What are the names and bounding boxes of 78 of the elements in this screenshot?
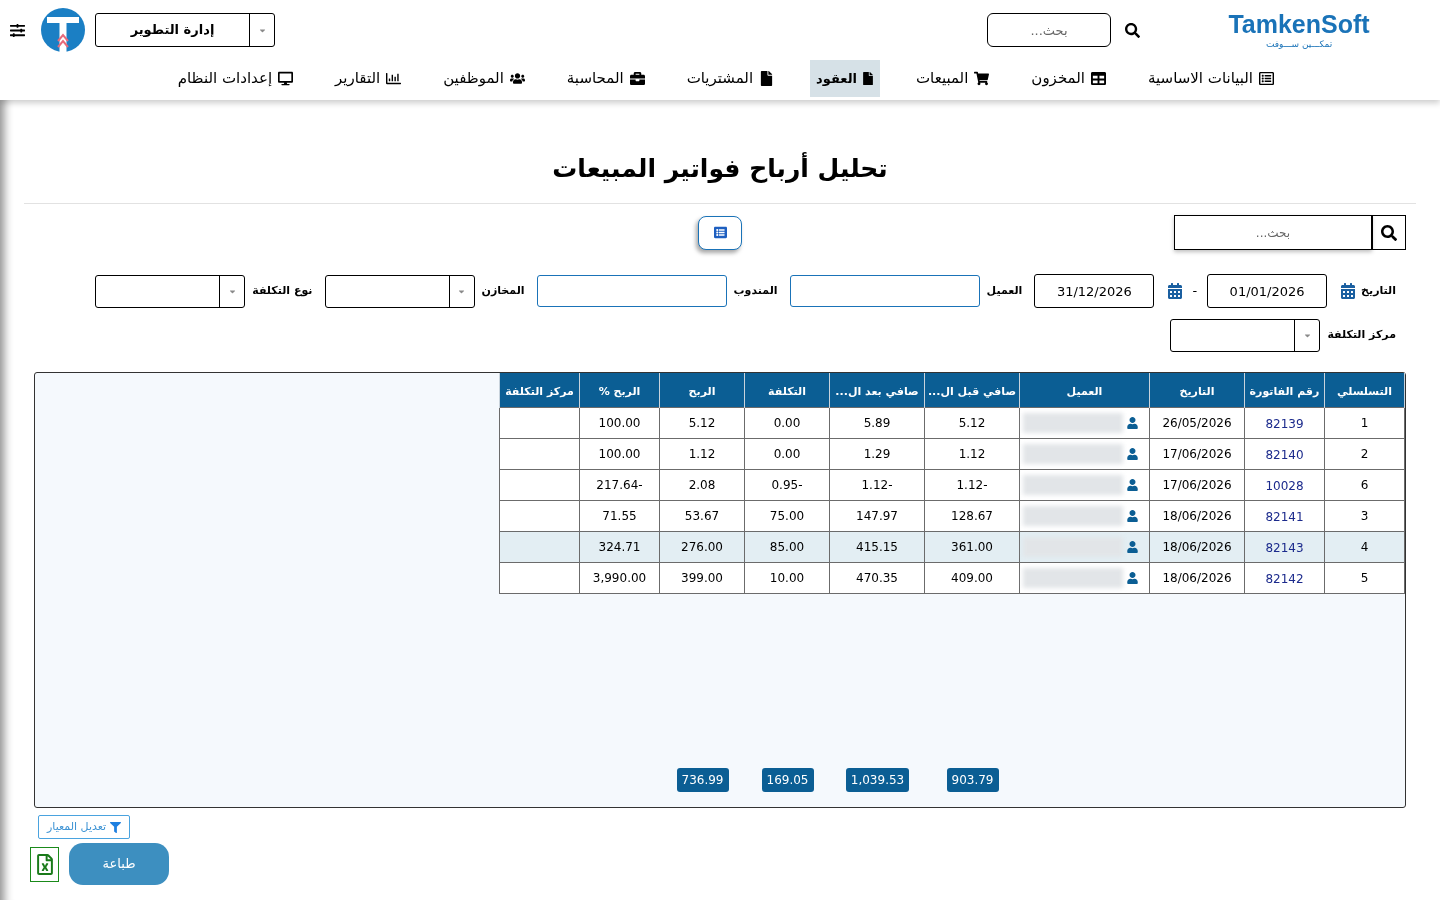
column-header: التسلسلي <box>1337 384 1392 398</box>
filter-label: العميل <box>986 282 1023 299</box>
view-toggle-button[interactable] <box>698 215 742 250</box>
column-header: الربح <box>688 384 716 398</box>
nav-tab[interactable]: المحاسبة <box>560 60 651 97</box>
search-field[interactable]: بحث... <box>987 13 1111 47</box>
monitor-icon <box>278 71 294 86</box>
column-header: مركز التكلفة <box>505 384 574 398</box>
filter-label: المخازن <box>481 282 525 299</box>
list-icon <box>712 226 728 239</box>
total-value: 903.79 <box>946 768 999 792</box>
nav-tab[interactable]: العقود <box>810 60 880 97</box>
select-field[interactable] <box>1170 319 1321 352</box>
filter-icon <box>110 821 122 833</box>
person-icon <box>1127 571 1138 584</box>
caret-icon <box>1302 331 1312 340</box>
table-cell: 71.55 <box>579 500 660 531</box>
nav-tab[interactable]: البيانات الاساسية <box>1142 60 1280 97</box>
logo-icon <box>41 8 85 52</box>
person-icon <box>1127 478 1138 491</box>
person-icon <box>1127 416 1138 429</box>
column-header: صافي قبل ال... <box>927 384 1017 398</box>
filter-label: المندوب <box>733 282 778 299</box>
filter-label: مركز التكلفة <box>1327 327 1396 344</box>
table-cell: 100.00 <box>579 438 660 469</box>
sliders-icon[interactable] <box>10 22 25 38</box>
export-button[interactable] <box>30 846 59 882</box>
document-icon <box>759 71 775 86</box>
table-cell: 324.71 <box>579 531 660 562</box>
nav-tab[interactable]: التقارير <box>329 60 408 97</box>
nav-tab[interactable]: الموظفين <box>437 60 531 97</box>
document-icon <box>861 72 874 85</box>
calendar-icon[interactable] <box>1168 283 1183 299</box>
bar-chart-icon <box>386 71 402 86</box>
people-icon <box>509 71 525 86</box>
department-select[interactable]: إدارة التطوير <box>95 13 275 47</box>
nav-tab[interactable]: إعدادات النظام <box>171 60 300 97</box>
search-icon[interactable] <box>1125 22 1140 38</box>
input-field[interactable] <box>789 275 980 307</box>
column-header: الربح % <box>598 384 641 398</box>
logo-tagline: تمكـــين ســـوفت <box>1265 38 1333 50</box>
briefcase-icon <box>629 71 645 86</box>
filter-label: التاريخ <box>1361 282 1396 299</box>
total-value: 169.05 <box>761 768 814 792</box>
column-header: رقم الفاتورة <box>1249 384 1320 398</box>
nav-tab[interactable]: المخزون <box>1025 60 1112 97</box>
column-header: صافي بعد ال... <box>835 384 919 398</box>
table-cell: 100.00 <box>579 407 660 438</box>
calendar-icon[interactable] <box>1341 283 1356 299</box>
total-value: 736.99 <box>676 768 729 792</box>
list-icon <box>1259 71 1274 86</box>
logo-wordmark: TamkenSoft <box>1228 10 1370 38</box>
person-icon <box>1127 540 1138 553</box>
search-field[interactable]: بحث... <box>1174 215 1372 250</box>
person-icon <box>1127 509 1138 522</box>
nav-tab[interactable]: المشتريات <box>680 60 781 97</box>
print-button[interactable]: طباعة <box>69 843 169 885</box>
input-field[interactable] <box>536 275 727 307</box>
column-header: التاريخ <box>1179 384 1215 398</box>
table-cell: 3,990.00 <box>579 562 660 593</box>
select-field[interactable] <box>95 274 246 308</box>
table-cell: 217.64- <box>579 469 660 500</box>
date-field[interactable]: 31/12/2026 <box>1034 274 1155 308</box>
column-header: العميل <box>1066 384 1103 398</box>
search-icon <box>1381 224 1397 241</box>
search-button[interactable] <box>1372 215 1406 250</box>
cart-icon <box>974 71 990 86</box>
filter-label: نوع التكلفة <box>252 282 313 299</box>
page-title: تحليل أرباح فواتير المبيعات <box>552 151 888 186</box>
nav-tab[interactable]: المبيعات <box>909 60 996 97</box>
date-field[interactable]: 01/01/2026 <box>1207 274 1328 308</box>
column-header: التكلفة <box>768 384 806 398</box>
person-icon <box>1127 447 1138 460</box>
select-field[interactable] <box>324 274 475 308</box>
range-separator: - <box>1192 282 1198 301</box>
spreadsheet-icon <box>36 853 53 875</box>
grid-icon <box>1091 71 1106 86</box>
total-value: 1,039.53 <box>845 768 910 792</box>
